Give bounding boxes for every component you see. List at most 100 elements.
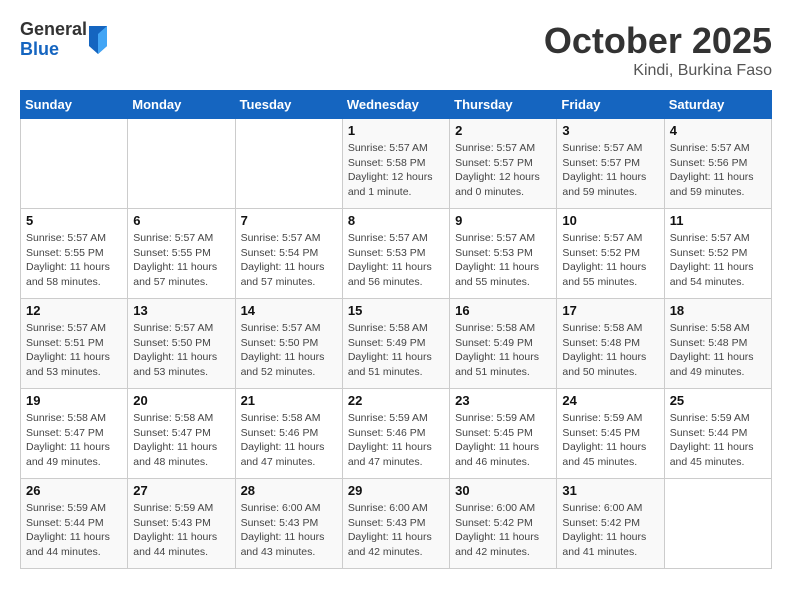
calendar-cell bbox=[664, 479, 771, 569]
calendar-cell: 2 Sunrise: 5:57 AM Sunset: 5:57 PM Daylig… bbox=[450, 119, 557, 209]
calendar-cell: 28 Sunrise: 6:00 AM Sunset: 5:43 PM Dayli… bbox=[235, 479, 342, 569]
col-header-friday: Friday bbox=[557, 91, 664, 119]
day-info: Sunrise: 5:58 AM Sunset: 5:49 PM Dayligh… bbox=[455, 321, 551, 380]
calendar-cell: 11 Sunrise: 5:57 AM Sunset: 5:52 PM Dayli… bbox=[664, 209, 771, 299]
day-info: Sunrise: 5:57 AM Sunset: 5:55 PM Dayligh… bbox=[26, 231, 122, 290]
col-header-monday: Monday bbox=[128, 91, 235, 119]
logo-blue-text: Blue bbox=[20, 40, 87, 60]
day-info: Sunrise: 5:57 AM Sunset: 5:53 PM Dayligh… bbox=[455, 231, 551, 290]
week-row-1: 1 Sunrise: 5:57 AM Sunset: 5:58 PM Daylig… bbox=[21, 119, 772, 209]
calendar-cell: 13 Sunrise: 5:57 AM Sunset: 5:50 PM Dayli… bbox=[128, 299, 235, 389]
day-number: 25 bbox=[670, 393, 766, 408]
day-info: Sunrise: 5:57 AM Sunset: 5:52 PM Dayligh… bbox=[670, 231, 766, 290]
day-number: 31 bbox=[562, 483, 658, 498]
day-info: Sunrise: 5:57 AM Sunset: 5:50 PM Dayligh… bbox=[133, 321, 229, 380]
col-header-saturday: Saturday bbox=[664, 91, 771, 119]
day-number: 11 bbox=[670, 213, 766, 228]
calendar-cell: 22Sunrise: 5:59 AM Sunset: 5:46 PM Dayli… bbox=[342, 389, 449, 479]
col-header-thursday: Thursday bbox=[450, 91, 557, 119]
day-number: 20 bbox=[133, 393, 229, 408]
day-number: 22 bbox=[348, 393, 444, 408]
day-number: 26 bbox=[26, 483, 122, 498]
calendar-cell: 25Sunrise: 5:59 AM Sunset: 5:44 PM Dayli… bbox=[664, 389, 771, 479]
day-number: 1 bbox=[348, 123, 444, 138]
calendar-cell: 9 Sunrise: 5:57 AM Sunset: 5:53 PM Daylig… bbox=[450, 209, 557, 299]
calendar-cell: 29Sunrise: 6:00 AM Sunset: 5:43 PM Dayli… bbox=[342, 479, 449, 569]
location-subtitle: Kindi, Burkina Faso bbox=[544, 62, 772, 80]
day-number: 28 bbox=[241, 483, 337, 498]
day-info: Sunrise: 5:57 AM Sunset: 5:58 PM Dayligh… bbox=[348, 141, 444, 200]
day-info: Sunrise: 5:58 AM Sunset: 5:48 PM Dayligh… bbox=[670, 321, 766, 380]
calendar-cell: 5 Sunrise: 5:57 AM Sunset: 5:55 PM Daylig… bbox=[21, 209, 128, 299]
day-number: 23 bbox=[455, 393, 551, 408]
day-number: 12 bbox=[26, 303, 122, 318]
day-info: Sunrise: 5:57 AM Sunset: 5:51 PM Dayligh… bbox=[26, 321, 122, 380]
day-number: 4 bbox=[670, 123, 766, 138]
calendar-cell: 23 Sunrise: 5:59 AM Sunset: 5:45 PM Dayli… bbox=[450, 389, 557, 479]
day-number: 14 bbox=[241, 303, 337, 318]
calendar-cell bbox=[235, 119, 342, 209]
day-number: 27 bbox=[133, 483, 229, 498]
calendar-cell: 31 Sunrise: 6:00 AM Sunset: 5:42 PM Dayli… bbox=[557, 479, 664, 569]
header-row: SundayMondayTuesdayWednesdayThursdayFrid… bbox=[21, 91, 772, 119]
day-info: Sunrise: 6:00 AM Sunset: 5:42 PM Dayligh… bbox=[562, 501, 658, 560]
calendar-table: SundayMondayTuesdayWednesdayThursdayFrid… bbox=[20, 90, 772, 569]
calendar-cell: 18Sunrise: 5:58 AM Sunset: 5:48 PM Dayli… bbox=[664, 299, 771, 389]
calendar-cell: 10Sunrise: 5:57 AM Sunset: 5:52 PM Dayli… bbox=[557, 209, 664, 299]
day-info: Sunrise: 5:58 AM Sunset: 5:48 PM Dayligh… bbox=[562, 321, 658, 380]
month-title: October 2025 bbox=[544, 20, 772, 62]
logo-general-text: General bbox=[20, 20, 87, 40]
day-info: Sunrise: 6:00 AM Sunset: 5:43 PM Dayligh… bbox=[241, 501, 337, 560]
calendar-cell: 4 Sunrise: 5:57 AM Sunset: 5:56 PM Daylig… bbox=[664, 119, 771, 209]
day-number: 19 bbox=[26, 393, 122, 408]
col-header-tuesday: Tuesday bbox=[235, 91, 342, 119]
day-number: 16 bbox=[455, 303, 551, 318]
day-info: Sunrise: 5:57 AM Sunset: 5:52 PM Dayligh… bbox=[562, 231, 658, 290]
calendar-cell: 3 Sunrise: 5:57 AM Sunset: 5:57 PM Daylig… bbox=[557, 119, 664, 209]
calendar-cell: 24Sunrise: 5:59 AM Sunset: 5:45 PM Dayli… bbox=[557, 389, 664, 479]
day-number: 7 bbox=[241, 213, 337, 228]
calendar-cell: 12 Sunrise: 5:57 AM Sunset: 5:51 PM Dayli… bbox=[21, 299, 128, 389]
day-number: 5 bbox=[26, 213, 122, 228]
logo: General Blue bbox=[20, 20, 109, 60]
page-header: General Blue October 2025 Kindi, Burkina… bbox=[20, 20, 772, 80]
day-info: Sunrise: 5:59 AM Sunset: 5:45 PM Dayligh… bbox=[562, 411, 658, 470]
calendar-cell: 8 Sunrise: 5:57 AM Sunset: 5:53 PM Daylig… bbox=[342, 209, 449, 299]
day-number: 8 bbox=[348, 213, 444, 228]
day-number: 6 bbox=[133, 213, 229, 228]
day-info: Sunrise: 6:00 AM Sunset: 5:43 PM Dayligh… bbox=[348, 501, 444, 560]
calendar-cell: 16 Sunrise: 5:58 AM Sunset: 5:49 PM Dayli… bbox=[450, 299, 557, 389]
week-row-3: 12 Sunrise: 5:57 AM Sunset: 5:51 PM Dayli… bbox=[21, 299, 772, 389]
calendar-cell: 27 Sunrise: 5:59 AM Sunset: 5:43 PM Dayli… bbox=[128, 479, 235, 569]
day-info: Sunrise: 5:58 AM Sunset: 5:46 PM Dayligh… bbox=[241, 411, 337, 470]
day-number: 17 bbox=[562, 303, 658, 318]
day-info: Sunrise: 5:59 AM Sunset: 5:43 PM Dayligh… bbox=[133, 501, 229, 560]
day-number: 15 bbox=[348, 303, 444, 318]
day-info: Sunrise: 6:00 AM Sunset: 5:42 PM Dayligh… bbox=[455, 501, 551, 560]
day-info: Sunrise: 5:57 AM Sunset: 5:55 PM Dayligh… bbox=[133, 231, 229, 290]
calendar-cell: 20Sunrise: 5:58 AM Sunset: 5:47 PM Dayli… bbox=[128, 389, 235, 479]
calendar-cell bbox=[128, 119, 235, 209]
day-info: Sunrise: 5:57 AM Sunset: 5:56 PM Dayligh… bbox=[670, 141, 766, 200]
day-number: 3 bbox=[562, 123, 658, 138]
day-info: Sunrise: 5:57 AM Sunset: 5:53 PM Dayligh… bbox=[348, 231, 444, 290]
day-number: 13 bbox=[133, 303, 229, 318]
calendar-cell: 15Sunrise: 5:58 AM Sunset: 5:49 PM Dayli… bbox=[342, 299, 449, 389]
logo-icon bbox=[87, 26, 109, 54]
day-number: 2 bbox=[455, 123, 551, 138]
calendar-cell: 1 Sunrise: 5:57 AM Sunset: 5:58 PM Daylig… bbox=[342, 119, 449, 209]
calendar-cell: 17 Sunrise: 5:58 AM Sunset: 5:48 PM Dayli… bbox=[557, 299, 664, 389]
col-header-wednesday: Wednesday bbox=[342, 91, 449, 119]
week-row-5: 26 Sunrise: 5:59 AM Sunset: 5:44 PM Dayli… bbox=[21, 479, 772, 569]
calendar-cell bbox=[21, 119, 128, 209]
day-info: Sunrise: 5:59 AM Sunset: 5:44 PM Dayligh… bbox=[26, 501, 122, 560]
day-info: Sunrise: 5:57 AM Sunset: 5:54 PM Dayligh… bbox=[241, 231, 337, 290]
title-block: October 2025 Kindi, Burkina Faso bbox=[544, 20, 772, 80]
calendar-cell: 30Sunrise: 6:00 AM Sunset: 5:42 PM Dayli… bbox=[450, 479, 557, 569]
day-number: 9 bbox=[455, 213, 551, 228]
day-info: Sunrise: 5:58 AM Sunset: 5:47 PM Dayligh… bbox=[26, 411, 122, 470]
calendar-cell: 19 Sunrise: 5:58 AM Sunset: 5:47 PM Dayli… bbox=[21, 389, 128, 479]
day-info: Sunrise: 5:57 AM Sunset: 5:57 PM Dayligh… bbox=[562, 141, 658, 200]
day-info: Sunrise: 5:57 AM Sunset: 5:57 PM Dayligh… bbox=[455, 141, 551, 200]
day-info: Sunrise: 5:59 AM Sunset: 5:45 PM Dayligh… bbox=[455, 411, 551, 470]
